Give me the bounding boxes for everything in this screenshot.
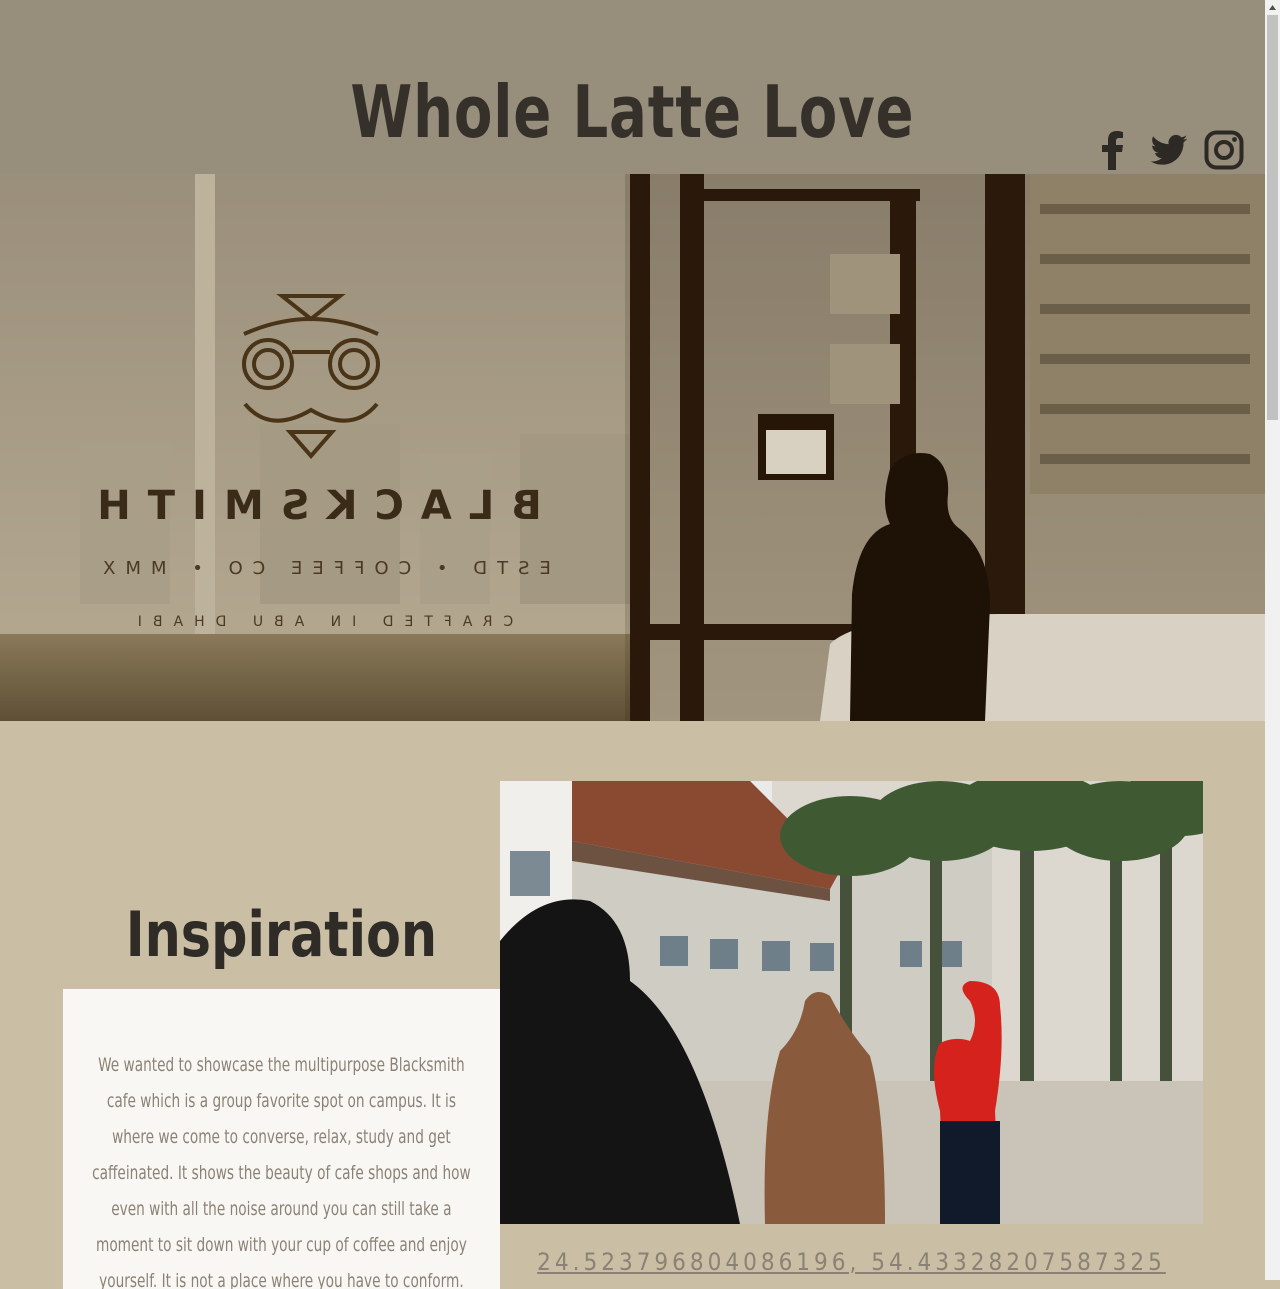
facebook-link[interactable]: [1094, 130, 1134, 170]
inspiration-heading: Inspiration: [125, 898, 438, 971]
sign-crafted: CRAFTED IN ABU DHABI: [127, 614, 514, 630]
inspiration-text-card: We wanted to showcase the multipurpose B…: [63, 989, 500, 1289]
scroll-up-arrow-icon[interactable]: [1265, 0, 1280, 15]
site-title[interactable]: Whole Latte Love: [139, 62, 1126, 162]
instagram-icon: [1204, 130, 1244, 170]
instagram-link[interactable]: [1204, 130, 1244, 170]
cafe-storefront-image: BLACKSMITH ESTD • COFFEE CO • MMX CRAFTE…: [0, 174, 1265, 721]
location-coordinates-link[interactable]: 24.523796804086196, 54.43328207587325: [500, 1248, 1203, 1276]
twitter-icon: [1150, 134, 1188, 165]
scrollbar-thumb[interactable]: [1267, 15, 1278, 420]
hero-video[interactable]: BLACKSMITH ESTD • COFFEE CO • MMX CRAFTE…: [0, 174, 1265, 721]
twitter-link[interactable]: [1149, 130, 1189, 170]
sign-text: BLACKSMITH: [80, 483, 542, 529]
campus-video[interactable]: [500, 781, 1203, 1224]
sign-subtext: ESTD • COFFEE CO • MMX: [93, 558, 551, 579]
campus-courtyard-image: [500, 781, 1203, 1224]
facebook-icon: [1102, 131, 1123, 170]
inspiration-body: We wanted to showcase the multipurpose B…: [92, 1054, 471, 1289]
